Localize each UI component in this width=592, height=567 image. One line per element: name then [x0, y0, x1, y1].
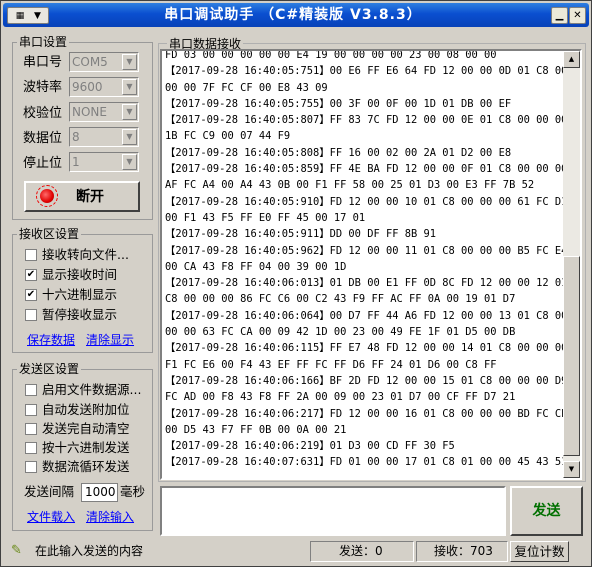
interval-input[interactable]: 1000 [81, 483, 118, 502]
vertical-scrollbar[interactable]: ▲ ▼ [563, 51, 580, 478]
clear-input-link[interactable]: 清除输入 [86, 510, 134, 524]
log-line: C8 00 00 00 86 FC C6 00 C2 43 F9 FF AC F… [165, 293, 516, 306]
log-line: FC AD 00 F8 43 F8 FF 2A 00 09 00 23 01 D… [165, 391, 516, 404]
save-data-link[interactable]: 保存数据 [27, 333, 75, 347]
scroll-thumb[interactable] [563, 256, 580, 456]
log-line: 00 00 7F FC CF 00 E8 43 09 [165, 81, 328, 94]
check-icon[interactable]: ✔ [25, 269, 37, 281]
chevron-down-icon: ▼ [34, 11, 41, 21]
receive-textarea[interactable]: FD 03 00 00 00 00 00 E4 19 00 00 00 00 2… [160, 49, 582, 480]
log-line: 【2017-09-28 16:40:05:910】FD 12 00 00 10 … [165, 195, 568, 208]
log-line: 【2017-09-28 16:40:06:166】BF 2D FD 12 00 … [165, 374, 568, 387]
send-settings-label: 发送区设置 [17, 362, 82, 376]
check-icon[interactable]: ✔ [25, 289, 37, 301]
log-line: 【2017-09-28 16:40:05:807】FF 83 7C FD 12 … [165, 114, 568, 127]
status-bar: ✎ 在此输入发送的内容 发送：0 接收：703 [3, 541, 589, 564]
load-file-link[interactable]: 文件载入 [27, 510, 75, 524]
main-window: ▦ ▼ 串口调试助手 （C#精装版 V3.8.3） ▁ ✕ 串口设置 串口号 C… [0, 0, 592, 567]
sent-count: 发送：0 [310, 541, 414, 562]
interval-label: 发送间隔 [24, 484, 75, 499]
chevron-down-icon[interactable]: ▼ [122, 154, 137, 170]
log-line: FD 03 00 00 00 00 00 E4 19 00 00 00 00 2… [165, 49, 497, 61]
interval-unit: 毫秒 [120, 484, 146, 499]
databits-label: 数据位 [23, 131, 63, 146]
reset-count-button[interactable]: 复位计数 [510, 541, 569, 562]
received-count: 接收：703 [416, 541, 508, 562]
log-line: F1 FC E6 00 F4 43 EF FF FC FF D6 FF 24 0… [165, 358, 497, 371]
clear-display-link[interactable]: 清除显示 [86, 333, 134, 347]
log-line: 【2017-09-28 16:40:06:064】00 D7 FF 44 A6 … [165, 309, 568, 322]
port-select[interactable]: COM5 ▼ [69, 52, 139, 72]
parity-select[interactable]: NONE ▼ [69, 102, 139, 122]
parity-label: 校验位 [23, 106, 63, 121]
log-line: 【2017-09-28 16:40:06:115】FF E7 48 FD 12 … [165, 342, 568, 355]
log-line: 00 F1 43 F5 FF E0 FF 45 00 17 01 [165, 211, 366, 224]
log-line: 1B FC C9 00 07 44 F9 [165, 130, 291, 143]
chevron-down-icon[interactable]: ▼ [122, 79, 137, 95]
baud-label: 波特率 [23, 80, 63, 95]
log-line: 【2017-09-28 16:40:06:013】01 DB 00 E1 FF … [165, 277, 568, 290]
chevron-down-icon[interactable]: ▼ [122, 104, 137, 120]
log-line: 【2017-09-28 16:40:05:751】00 E6 FF E6 64 … [165, 65, 568, 78]
receive-log: FD 03 00 00 00 00 00 E4 19 00 00 00 00 2… [165, 49, 568, 471]
chevron-down-icon[interactable]: ▼ [122, 54, 137, 70]
pencil-icon: ✎ [11, 543, 22, 558]
minimize-icon: ▁ [555, 10, 564, 21]
app-icon: ▦ [15, 11, 25, 21]
minimize-button[interactable]: ▁ [551, 7, 568, 24]
scroll-down-icon[interactable]: ▼ [563, 461, 580, 478]
status-led-icon [40, 189, 54, 203]
system-menu-button[interactable]: ▦ ▼ [7, 7, 49, 24]
status-hint: 在此输入发送的内容 [35, 544, 144, 558]
close-button[interactable]: ✕ [569, 7, 586, 24]
title-bar[interactable]: ▦ ▼ 串口调试助手 （C#精装版 V3.8.3） ▁ ✕ [3, 3, 589, 27]
send-input[interactable] [160, 486, 506, 536]
send-button[interactable]: 发送 [510, 486, 583, 536]
close-port-button[interactable]: 断开 [24, 181, 140, 212]
window-title: 串口调试助手 （C#精装版 V3.8.3） [164, 7, 422, 23]
log-line: 00 D5 43 F7 FF 0B 00 0A 00 21 [165, 423, 347, 436]
log-line: 【2017-09-28 16:40:06:217】FD 12 00 00 16 … [165, 407, 568, 420]
baud-select[interactable]: 9600 ▼ [69, 77, 139, 97]
log-line: 【2017-09-28 16:40:05:808】FF 16 00 02 00 … [165, 146, 512, 159]
scroll-up-icon[interactable]: ▲ [563, 51, 580, 68]
log-line: AF FC A4 00 A4 43 0B 00 F1 FF 58 00 25 0… [165, 179, 535, 192]
stopbits-label: 停止位 [23, 156, 63, 171]
stopbits-select[interactable]: 1 ▼ [69, 152, 139, 172]
serial-settings-label: 串口设置 [17, 35, 70, 49]
log-line: 00 CA 43 F8 FF 04 00 39 00 1D [165, 260, 347, 273]
receive-settings-label: 接收区设置 [17, 227, 82, 241]
port-label: 串口号 [23, 55, 63, 70]
chevron-down-icon[interactable]: ▼ [122, 129, 137, 145]
log-line: 【2017-09-28 16:40:05:911】DD 00 DF FF 8B … [165, 228, 437, 241]
log-line: 【2017-09-28 16:40:07:631】FD 01 00 00 17 … [165, 456, 568, 469]
log-line: 【2017-09-28 16:40:05:859】FF 4E BA FD 12 … [165, 163, 568, 176]
close-icon: ✕ [573, 10, 582, 21]
log-line: 【2017-09-28 16:40:05:962】FD 12 00 00 11 … [165, 244, 568, 257]
log-line: 【2017-09-28 16:40:06:219】01 D3 00 CD FF … [165, 440, 455, 453]
databits-select[interactable]: 8 ▼ [69, 127, 139, 147]
log-line: 【2017-09-28 16:40:05:755】00 3F 00 0F 00 … [165, 97, 512, 110]
log-line: 00 00 63 FC CA 00 09 42 1D 00 23 00 49 F… [165, 326, 516, 339]
